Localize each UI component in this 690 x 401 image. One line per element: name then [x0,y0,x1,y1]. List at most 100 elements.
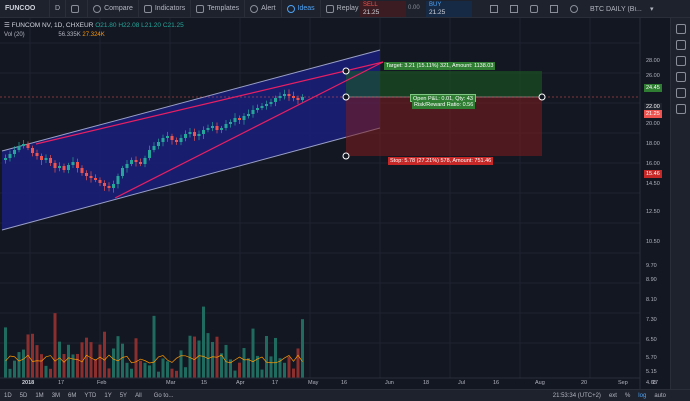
candle-body [94,178,97,180]
candle-body [193,132,196,136]
range-1y-button[interactable]: 1Y [100,393,115,399]
square-icon[interactable] [490,5,498,13]
goto-button[interactable]: Go to... [150,393,178,399]
volume-bar [130,368,133,378]
price-label: 18.00 [646,141,660,147]
ideas-button[interactable]: Ideas [282,0,321,18]
data-window-icon[interactable] [676,56,686,66]
layout-icon[interactable] [510,5,518,13]
rr-label: Risk/Reward Ratio: 0.56 [412,101,476,109]
chart-area[interactable] [0,18,670,389]
volume-bar [292,368,295,378]
stop-handle[interactable] [342,152,350,160]
range-1m-button[interactable]: 1M [31,393,47,399]
range-5d-button[interactable]: 5D [16,393,32,399]
date-label: 20 [581,380,588,386]
auto-button[interactable]: auto [650,393,670,399]
range-all-button[interactable]: All [131,393,146,399]
range-1d-button[interactable]: 1D [0,393,16,399]
candle-body [269,102,273,104]
candle-body [143,158,147,164]
volume-bar [98,344,102,378]
candle-body [80,168,84,173]
volume-bar [67,344,70,378]
compare-button[interactable]: Compare [88,0,139,18]
volume-bar [8,368,12,378]
sell-button[interactable]: SELL 21.25 [360,1,406,17]
symbol-search[interactable]: FUNCOO [0,0,50,18]
volume-bar [175,370,178,378]
candle-body [112,184,115,188]
alert-button[interactable]: Alert [245,0,282,18]
alarm-icon [250,4,259,13]
volume-bar [265,335,268,378]
templates-button[interactable]: Templates [191,0,246,18]
interval-button[interactable]: D [50,0,67,18]
candle-body [215,126,219,130]
candle-body [278,96,282,98]
ideas-label: Ideas [297,5,315,12]
volume-bar [206,333,210,378]
calendar-icon[interactable] [676,88,686,98]
watchlist-title[interactable]: BTC DAILY (Bi... [590,6,648,13]
candle-body [202,130,205,134]
volume-bar [148,365,151,378]
percent-button[interactable]: % [621,393,634,399]
watchlist-icon[interactable] [676,24,686,34]
candle-body [179,138,183,142]
settings-icon[interactable] [570,5,578,13]
candle-body [242,116,246,120]
vol-ma-value: 27.324K [82,32,105,38]
volume-legend: Vol (20) 56.335K 27.324K [4,32,105,38]
target-handle[interactable] [342,67,350,75]
replay-button[interactable]: Replay [321,0,365,18]
volume-bar [134,338,138,378]
range-6m-button[interactable]: 6M [64,393,80,399]
chat-icon[interactable] [676,104,686,114]
volume-bar [161,358,165,378]
volume-bar [211,341,214,378]
legend-title: FUNCOM NV, 1D, CHXEUR [11,22,94,29]
candle-body [287,94,291,96]
vol-title: Vol (20) [4,32,25,38]
volume-bar [22,349,25,378]
fullscreen-icon[interactable] [550,5,558,13]
parallel-channel[interactable] [2,50,380,230]
candle-body [98,180,102,183]
candle-body [265,104,268,106]
indicators-button[interactable]: Indicators [139,0,192,18]
range-5y-button[interactable]: 5Y [116,393,131,399]
range-3m-button[interactable]: 3M [48,393,64,399]
candle-body [260,106,264,108]
volume-bar [247,358,250,378]
candle-body [76,162,79,168]
volume-bar [17,352,21,378]
candle-body [8,154,12,158]
price-label: 7.30 [646,317,657,323]
log-button[interactable]: log [634,393,650,399]
target-label: Target: 3.21 (15.11%) 321, Amount: 1138.… [384,62,496,70]
sell-price: 21.25 [363,9,380,16]
candle-body [224,124,228,128]
hotlists-icon[interactable] [676,72,686,82]
legend-icon: ☰ [4,22,12,29]
legend-close: C21.25 [162,22,184,29]
volume-bar [260,369,264,378]
chevron-down-icon[interactable]: ▾ [650,5,654,13]
volume-bar [274,337,277,378]
buy-button[interactable]: BUY 21.25 [426,1,472,17]
candle-body [188,132,192,134]
date-label: 17 [652,380,659,386]
range-ytd-button[interactable]: YTD [80,393,100,399]
ext-button[interactable]: ext [605,393,621,399]
camera-icon[interactable] [530,5,538,13]
entry-handle[interactable] [342,93,350,101]
alerts-icon[interactable] [676,40,686,50]
replay-icon [325,4,334,13]
date-label: Sep [618,380,628,386]
price-label: 5.70 [646,355,657,361]
candle-body [247,114,250,116]
width-handle[interactable] [538,93,546,101]
vol-value: 56.335K [58,32,81,38]
bar-style-button[interactable] [66,0,89,18]
